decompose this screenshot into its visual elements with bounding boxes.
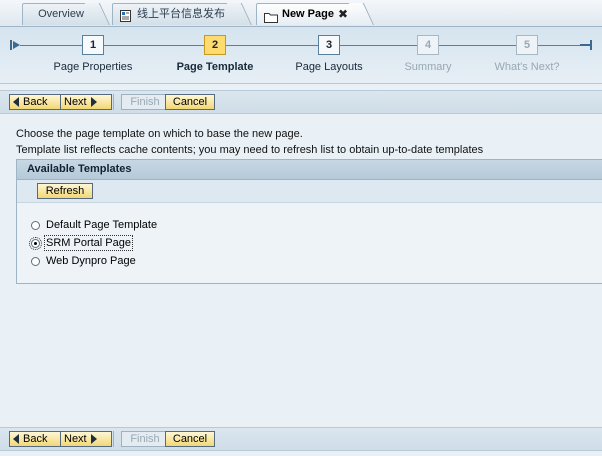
tab-new-page[interactable]: New Page ✖ bbox=[256, 3, 374, 25]
finish-button: Finish bbox=[121, 94, 169, 110]
back-button[interactable]: Back bbox=[9, 94, 63, 110]
radio-label: Default Page Template bbox=[46, 219, 158, 231]
next-button-label: Next bbox=[64, 433, 87, 445]
template-option-srm-portal[interactable]: SRM Portal Page bbox=[29, 234, 158, 252]
step-label: Page Properties bbox=[53, 61, 133, 73]
next-button[interactable]: Next bbox=[60, 94, 112, 110]
step-number[interactable]: 1 bbox=[82, 35, 104, 55]
radio-button[interactable] bbox=[31, 220, 40, 230]
arrow-right-icon bbox=[90, 97, 97, 107]
step-label: Page Template bbox=[176, 61, 254, 73]
available-templates-panel: Available Templates Refresh Default Page… bbox=[16, 159, 602, 284]
step-number[interactable]: 2 bbox=[204, 35, 226, 55]
toolbar-separator bbox=[113, 431, 114, 447]
cancel-button[interactable]: Cancel bbox=[165, 431, 215, 447]
arrow-left-icon bbox=[13, 434, 19, 444]
arrow-left-icon bbox=[13, 97, 19, 107]
toolbar-separator bbox=[113, 94, 114, 110]
roadmap-step-page-template[interactable]: 2 Page Template bbox=[155, 35, 275, 73]
tab-portal-publish[interactable]: 线上平台信息发布 bbox=[112, 3, 252, 25]
next-button-label: Next bbox=[64, 96, 87, 108]
back-button-label: Back bbox=[23, 433, 48, 445]
template-option-web-dynpro[interactable]: Web Dynpro Page bbox=[31, 252, 158, 270]
next-button[interactable]: Next bbox=[60, 431, 112, 447]
roadmap: 1 Page Properties 2 Page Template 3 Page… bbox=[0, 27, 602, 84]
template-option-default[interactable]: Default Page Template bbox=[31, 216, 158, 234]
template-radio-group: Default Page Template SRM Portal Page We… bbox=[29, 216, 158, 270]
step-number: 4 bbox=[417, 35, 439, 55]
roadmap-start-icon bbox=[10, 39, 22, 51]
radio-button[interactable] bbox=[31, 256, 40, 266]
finish-button: Finish bbox=[121, 431, 169, 447]
step-number: 5 bbox=[516, 35, 538, 55]
step-number[interactable]: 3 bbox=[318, 35, 340, 55]
tab-new-page-label: New Page bbox=[282, 8, 334, 20]
wizard-toolbar-bottom: Back Next Finish Cancel bbox=[0, 427, 602, 451]
back-button-label: Back bbox=[23, 96, 48, 108]
roadmap-step-whats-next: 5 What's Next? bbox=[467, 35, 587, 73]
panel-header: Available Templates bbox=[17, 160, 602, 180]
instruction-line-2: Template list reflects cache contents; y… bbox=[16, 144, 484, 156]
folder-icon bbox=[264, 9, 278, 23]
close-icon[interactable]: ✖ bbox=[338, 3, 348, 25]
document-icon bbox=[120, 8, 131, 22]
tab-overview[interactable]: Overview bbox=[22, 3, 110, 25]
panel-toolbar: Refresh bbox=[17, 180, 602, 203]
step-label: What's Next? bbox=[494, 61, 560, 73]
cancel-button[interactable]: Cancel bbox=[165, 94, 215, 110]
radio-label: SRM Portal Page bbox=[44, 235, 133, 251]
radio-button-selected[interactable] bbox=[29, 236, 42, 250]
refresh-button[interactable]: Refresh bbox=[37, 183, 93, 199]
tab-portal-publish-label: 线上平台信息发布 bbox=[137, 8, 225, 20]
tab-overview-label: Overview bbox=[38, 8, 84, 20]
radio-label: Web Dynpro Page bbox=[46, 255, 136, 267]
instructions: Choose the page template on which to bas… bbox=[16, 126, 483, 158]
arrow-right-icon bbox=[90, 434, 97, 444]
wizard-toolbar-top: Back Next Finish Cancel bbox=[0, 90, 602, 114]
tab-strip: Overview 线上平台信息发布 New Page ✖ bbox=[0, 0, 602, 27]
instruction-line-1: Choose the page template on which to bas… bbox=[16, 128, 303, 140]
roadmap-step-page-properties[interactable]: 1 Page Properties bbox=[33, 35, 153, 73]
back-button[interactable]: Back bbox=[9, 431, 63, 447]
